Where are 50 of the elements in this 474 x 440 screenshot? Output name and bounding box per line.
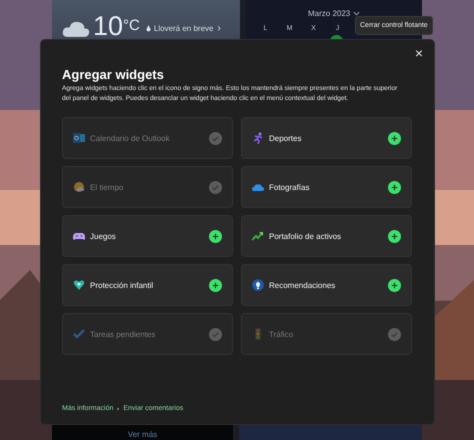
chart-arrow-icon	[252, 230, 264, 242]
add-icon[interactable]	[388, 230, 401, 242]
widget-name: Recomendaciones	[269, 280, 336, 290]
check-icon	[209, 328, 222, 340]
widget-option[interactable]: Juegos	[62, 215, 233, 257]
cloud-icon	[62, 19, 90, 38]
widget-name: Portafolio de activos	[269, 232, 342, 240]
widget-option[interactable]: Fotografías	[241, 166, 412, 208]
widget-name: Fotografías	[269, 182, 310, 192]
widget-name: Tráfico	[269, 330, 294, 338]
add-icon[interactable]	[388, 278, 401, 292]
sun-icon	[73, 181, 85, 193]
forecast-text: Lloverá en breve	[154, 24, 214, 33]
widget-name: Tareas pendientes	[90, 330, 156, 338]
close-button[interactable]: ×	[410, 44, 427, 62]
add-icon[interactable]	[388, 132, 401, 144]
add-icon[interactable]	[388, 180, 401, 194]
chevron-icon[interactable]: ›	[217, 23, 221, 34]
widget-name: El tiempo	[90, 182, 124, 192]
raindrop-icon	[146, 25, 151, 32]
add-icon[interactable]	[209, 230, 222, 242]
heart-icon	[73, 279, 85, 291]
dialog-title: Agregar widgets	[62, 67, 165, 82]
mail-icon	[73, 132, 85, 144]
widget-option[interactable]: Protección infantil	[62, 264, 233, 306]
widget-option[interactable]: El tiempo	[62, 166, 233, 208]
widget-option[interactable]: Recomendaciones	[241, 264, 412, 306]
widget-option[interactable]: Calendario de Outlook	[62, 117, 233, 159]
temperature: 10	[93, 13, 124, 40]
see-more-link[interactable]: Ver más	[128, 430, 158, 440]
check-icon	[209, 132, 222, 144]
chevron-down-icon[interactable]	[353, 11, 360, 16]
widget-option[interactable]: Tráfico	[241, 313, 412, 355]
widget-option[interactable]: Deportes	[241, 117, 412, 159]
check-icon	[73, 328, 85, 340]
gamepad-icon	[73, 230, 85, 242]
widget-name: Deportes	[269, 134, 302, 142]
separator-dot	[117, 408, 120, 410]
add-icon[interactable]	[209, 278, 222, 292]
month-selector[interactable]: Marzo 2023	[308, 9, 350, 18]
runner-icon	[252, 132, 264, 144]
widget-name: Juegos	[90, 232, 117, 240]
widget-name: Protección infantil	[90, 280, 154, 290]
widget-option[interactable]: Tareas pendientes	[62, 313, 233, 355]
widget-option[interactable]: Portafolio de activos	[241, 215, 412, 257]
lightbulb-icon	[252, 279, 264, 291]
temperature-unit: °C	[123, 17, 140, 34]
widget-name: Calendario de Outlook	[90, 134, 171, 142]
check-icon	[209, 180, 222, 194]
check-icon	[388, 328, 401, 340]
